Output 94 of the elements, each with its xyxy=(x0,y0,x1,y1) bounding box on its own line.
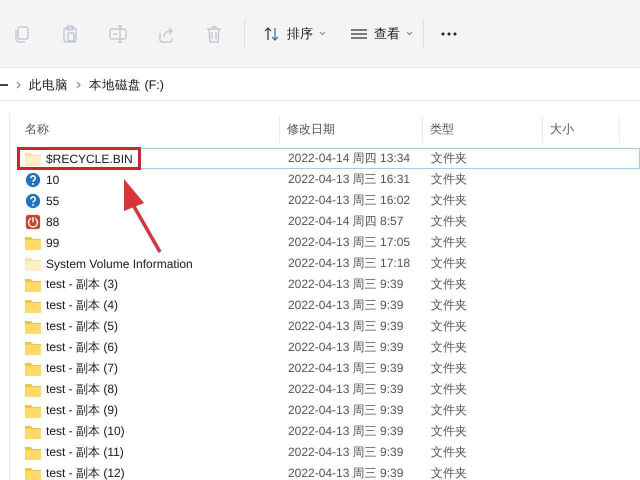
type-cell-text: 文件夹 xyxy=(430,150,468,167)
power-icon xyxy=(24,214,42,230)
date-cell-text: 2022-04-13 周三 17:05 xyxy=(287,234,412,251)
date-cell-text: 2022-04-13 周三 9:39 xyxy=(287,360,404,377)
file-row[interactable]: test - 副本 (10) 2022-04-13 周三 9:39 文件夹 xyxy=(18,421,640,442)
chevron-icon[interactable] xyxy=(16,81,21,89)
folder-icon xyxy=(24,402,42,418)
file-name: $RECYCLE.BIN xyxy=(46,152,133,166)
folder-icon xyxy=(24,150,42,166)
date-cell-text: 2022-04-13 周三 9:39 xyxy=(287,318,404,335)
date-cell-text: 2022-04-13 周三 9:39 xyxy=(287,276,404,293)
sort-button[interactable]: 排序 xyxy=(257,20,332,46)
file-row[interactable]: 88 2022-04-14 周四 8:57 文件夹 xyxy=(18,211,640,232)
file-name: 88 xyxy=(46,214,60,228)
file-name: 55 xyxy=(46,194,60,208)
type-cell-text: 文件夹 xyxy=(430,381,468,398)
file-row[interactable]: 99 2022-04-13 周三 17:05 文件夹 xyxy=(18,232,640,253)
file-name: 10 xyxy=(46,172,60,186)
view-button[interactable]: 查看 xyxy=(344,20,419,46)
file-row[interactable]: test - 副本 (3) 2022-04-13 周三 9:39 文件夹 xyxy=(18,274,640,295)
folder-icon xyxy=(24,340,42,356)
date-cell-text: 2022-04-13 周三 17:18 xyxy=(287,255,412,272)
file-name: test - 副本 (7) xyxy=(46,360,118,377)
file-row[interactable]: test - 副本 (8) 2022-04-13 周三 9:39 文件夹 xyxy=(18,379,640,400)
column-header[interactable]: 类型 xyxy=(423,115,543,143)
folder-icon xyxy=(24,424,42,440)
more-icon[interactable] xyxy=(440,30,458,36)
file-row[interactable]: test - 副本 (11) 2022-04-13 周三 9:39 文件夹 xyxy=(18,442,640,463)
file-row[interactable]: test - 副本 (4) 2022-04-13 周三 9:39 文件夹 xyxy=(18,295,640,316)
file-name: test - 副本 (11) xyxy=(46,444,124,461)
breadcrumb-item[interactable]: 本地磁盘 (F:) xyxy=(89,76,164,94)
file-name: System Volume Information xyxy=(46,256,193,270)
file-name: test - 副本 (4) xyxy=(46,297,118,314)
file-row[interactable]: $RECYCLE.BIN 2022-04-14 周四 13:34 文件夹 xyxy=(18,148,640,169)
file-name: test - 副本 (12) xyxy=(46,465,125,480)
file-row[interactable]: test - 副本 (5) 2022-04-13 周三 9:39 文件夹 xyxy=(18,316,640,337)
file-name: test - 副本 (10) xyxy=(46,423,125,440)
date-cell-text: 2022-04-13 周三 9:39 xyxy=(287,465,404,480)
date-cell-text: 2022-04-14 周四 13:34 xyxy=(287,150,412,167)
type-cell-text: 文件夹 xyxy=(430,318,468,335)
date-cell-text: 2022-04-13 周三 9:39 xyxy=(287,339,404,356)
type-cell-text: 文件夹 xyxy=(430,465,468,480)
date-cell-text: 2022-04-13 周三 9:39 xyxy=(287,402,404,419)
file-row[interactable]: test - 副本 (6) 2022-04-13 周三 9:39 文件夹 xyxy=(18,337,640,358)
folder-icon xyxy=(24,444,42,460)
type-cell-text: 文件夹 xyxy=(430,402,468,419)
type-cell-text: 文件夹 xyxy=(430,213,468,230)
folder-icon xyxy=(24,466,42,480)
type-cell-text: 文件夹 xyxy=(430,297,468,314)
type-cell-text: 文件夹 xyxy=(430,423,468,440)
file-row[interactable]: System Volume Information 2022-04-13 周三 17:18 文件夹 xyxy=(18,253,640,274)
column-header[interactable]: 名称 xyxy=(18,115,280,143)
column-header[interactable]: 大小 xyxy=(543,115,620,143)
column-header[interactable]: 修改日期 xyxy=(280,115,423,143)
type-cell-text: 文件夹 xyxy=(430,339,468,356)
folder-icon xyxy=(24,360,42,376)
date-cell-text: 2022-04-14 周四 8:57 xyxy=(287,213,404,230)
date-cell-text: 2022-04-13 周三 16:31 xyxy=(287,171,412,188)
folder-icon xyxy=(24,234,42,250)
file-name: test - 副本 (5) xyxy=(46,318,118,335)
file-name: test - 副本 (8) xyxy=(46,381,118,398)
breadcrumb-item[interactable]: 此电脑 xyxy=(29,76,68,94)
date-cell-text: 2022-04-13 周三 9:39 xyxy=(287,423,404,440)
folder-icon xyxy=(24,256,42,272)
file-name: test - 副本 (3) xyxy=(46,276,118,293)
folder-icon xyxy=(24,382,42,398)
file-row[interactable]: test - 副本 (9) 2022-04-13 周三 9:39 文件夹 xyxy=(18,400,640,421)
sort-icon xyxy=(263,26,281,42)
file-row[interactable]: 10 2022-04-13 周三 16:31 文件夹 xyxy=(18,169,640,190)
date-cell-text: 2022-04-13 周三 9:39 xyxy=(287,444,404,461)
file-name: test - 副本 (6) xyxy=(46,339,118,356)
folder-icon xyxy=(24,318,42,334)
type-cell-text: 文件夹 xyxy=(430,276,468,293)
date-cell-text: 2022-04-13 周三 9:39 xyxy=(287,381,404,398)
type-cell-text: 文件夹 xyxy=(430,234,468,251)
file-row[interactable]: test - 副本 (7) 2022-04-13 周三 9:39 文件夹 xyxy=(18,358,640,379)
caret-icon xyxy=(319,31,326,36)
type-cell-text: 文件夹 xyxy=(430,360,468,377)
caret-icon xyxy=(406,31,413,36)
type-cell-text: 文件夹 xyxy=(430,192,468,209)
date-cell-text: 2022-04-13 周三 9:39 xyxy=(287,297,404,314)
folder-icon xyxy=(24,298,42,314)
file-row[interactable]: test - 副本 (12) 2022-04-13 周三 9:39 文件夹 xyxy=(18,463,640,480)
chevron-icon[interactable] xyxy=(76,81,81,89)
file-name: test - 副本 (9) xyxy=(46,402,118,419)
file-row[interactable]: 55 2022-04-13 周三 16:02 文件夹 xyxy=(18,190,640,211)
type-cell-text: 文件夹 xyxy=(430,255,468,272)
date-cell-text: 2022-04-13 周三 16:02 xyxy=(287,192,412,209)
type-cell-text: 文件夹 xyxy=(430,171,468,188)
question-icon xyxy=(24,172,42,188)
file-name: 99 xyxy=(46,236,60,250)
folder-icon xyxy=(24,276,42,292)
type-cell-text: 文件夹 xyxy=(430,444,468,461)
question-icon xyxy=(24,192,42,208)
